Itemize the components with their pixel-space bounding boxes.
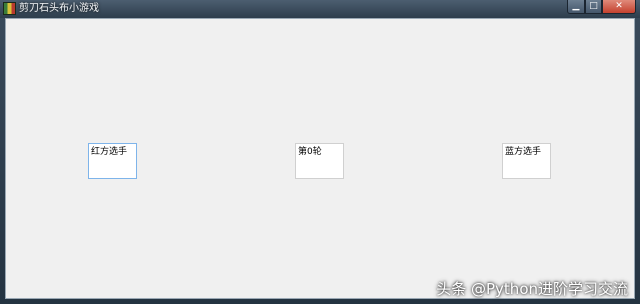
- title-bar[interactable]: 剪刀石头布小游戏 ▁ □ ✕: [0, 0, 640, 18]
- watermark: 头条 @Python进阶学习交流: [436, 280, 628, 298]
- app-icon[interactable]: [3, 2, 16, 15]
- minimize-button[interactable]: ▁: [567, 0, 585, 14]
- blue-player-label: 蓝方选手: [502, 143, 551, 179]
- game-area: 红方选手 第0轮 蓝方选手: [5, 18, 635, 299]
- close-button[interactable]: ✕: [602, 0, 636, 14]
- app-window: 剪刀石头布小游戏 ▁ □ ✕ 红方选手 第0轮 蓝方选手 头条 @Python进…: [0, 0, 640, 304]
- maximize-button[interactable]: □: [585, 0, 602, 14]
- window-title: 剪刀石头布小游戏: [19, 3, 99, 14]
- window-controls: ▁ □ ✕: [567, 0, 636, 15]
- red-player-label: 红方选手: [88, 143, 137, 179]
- round-label: 第0轮: [295, 143, 344, 179]
